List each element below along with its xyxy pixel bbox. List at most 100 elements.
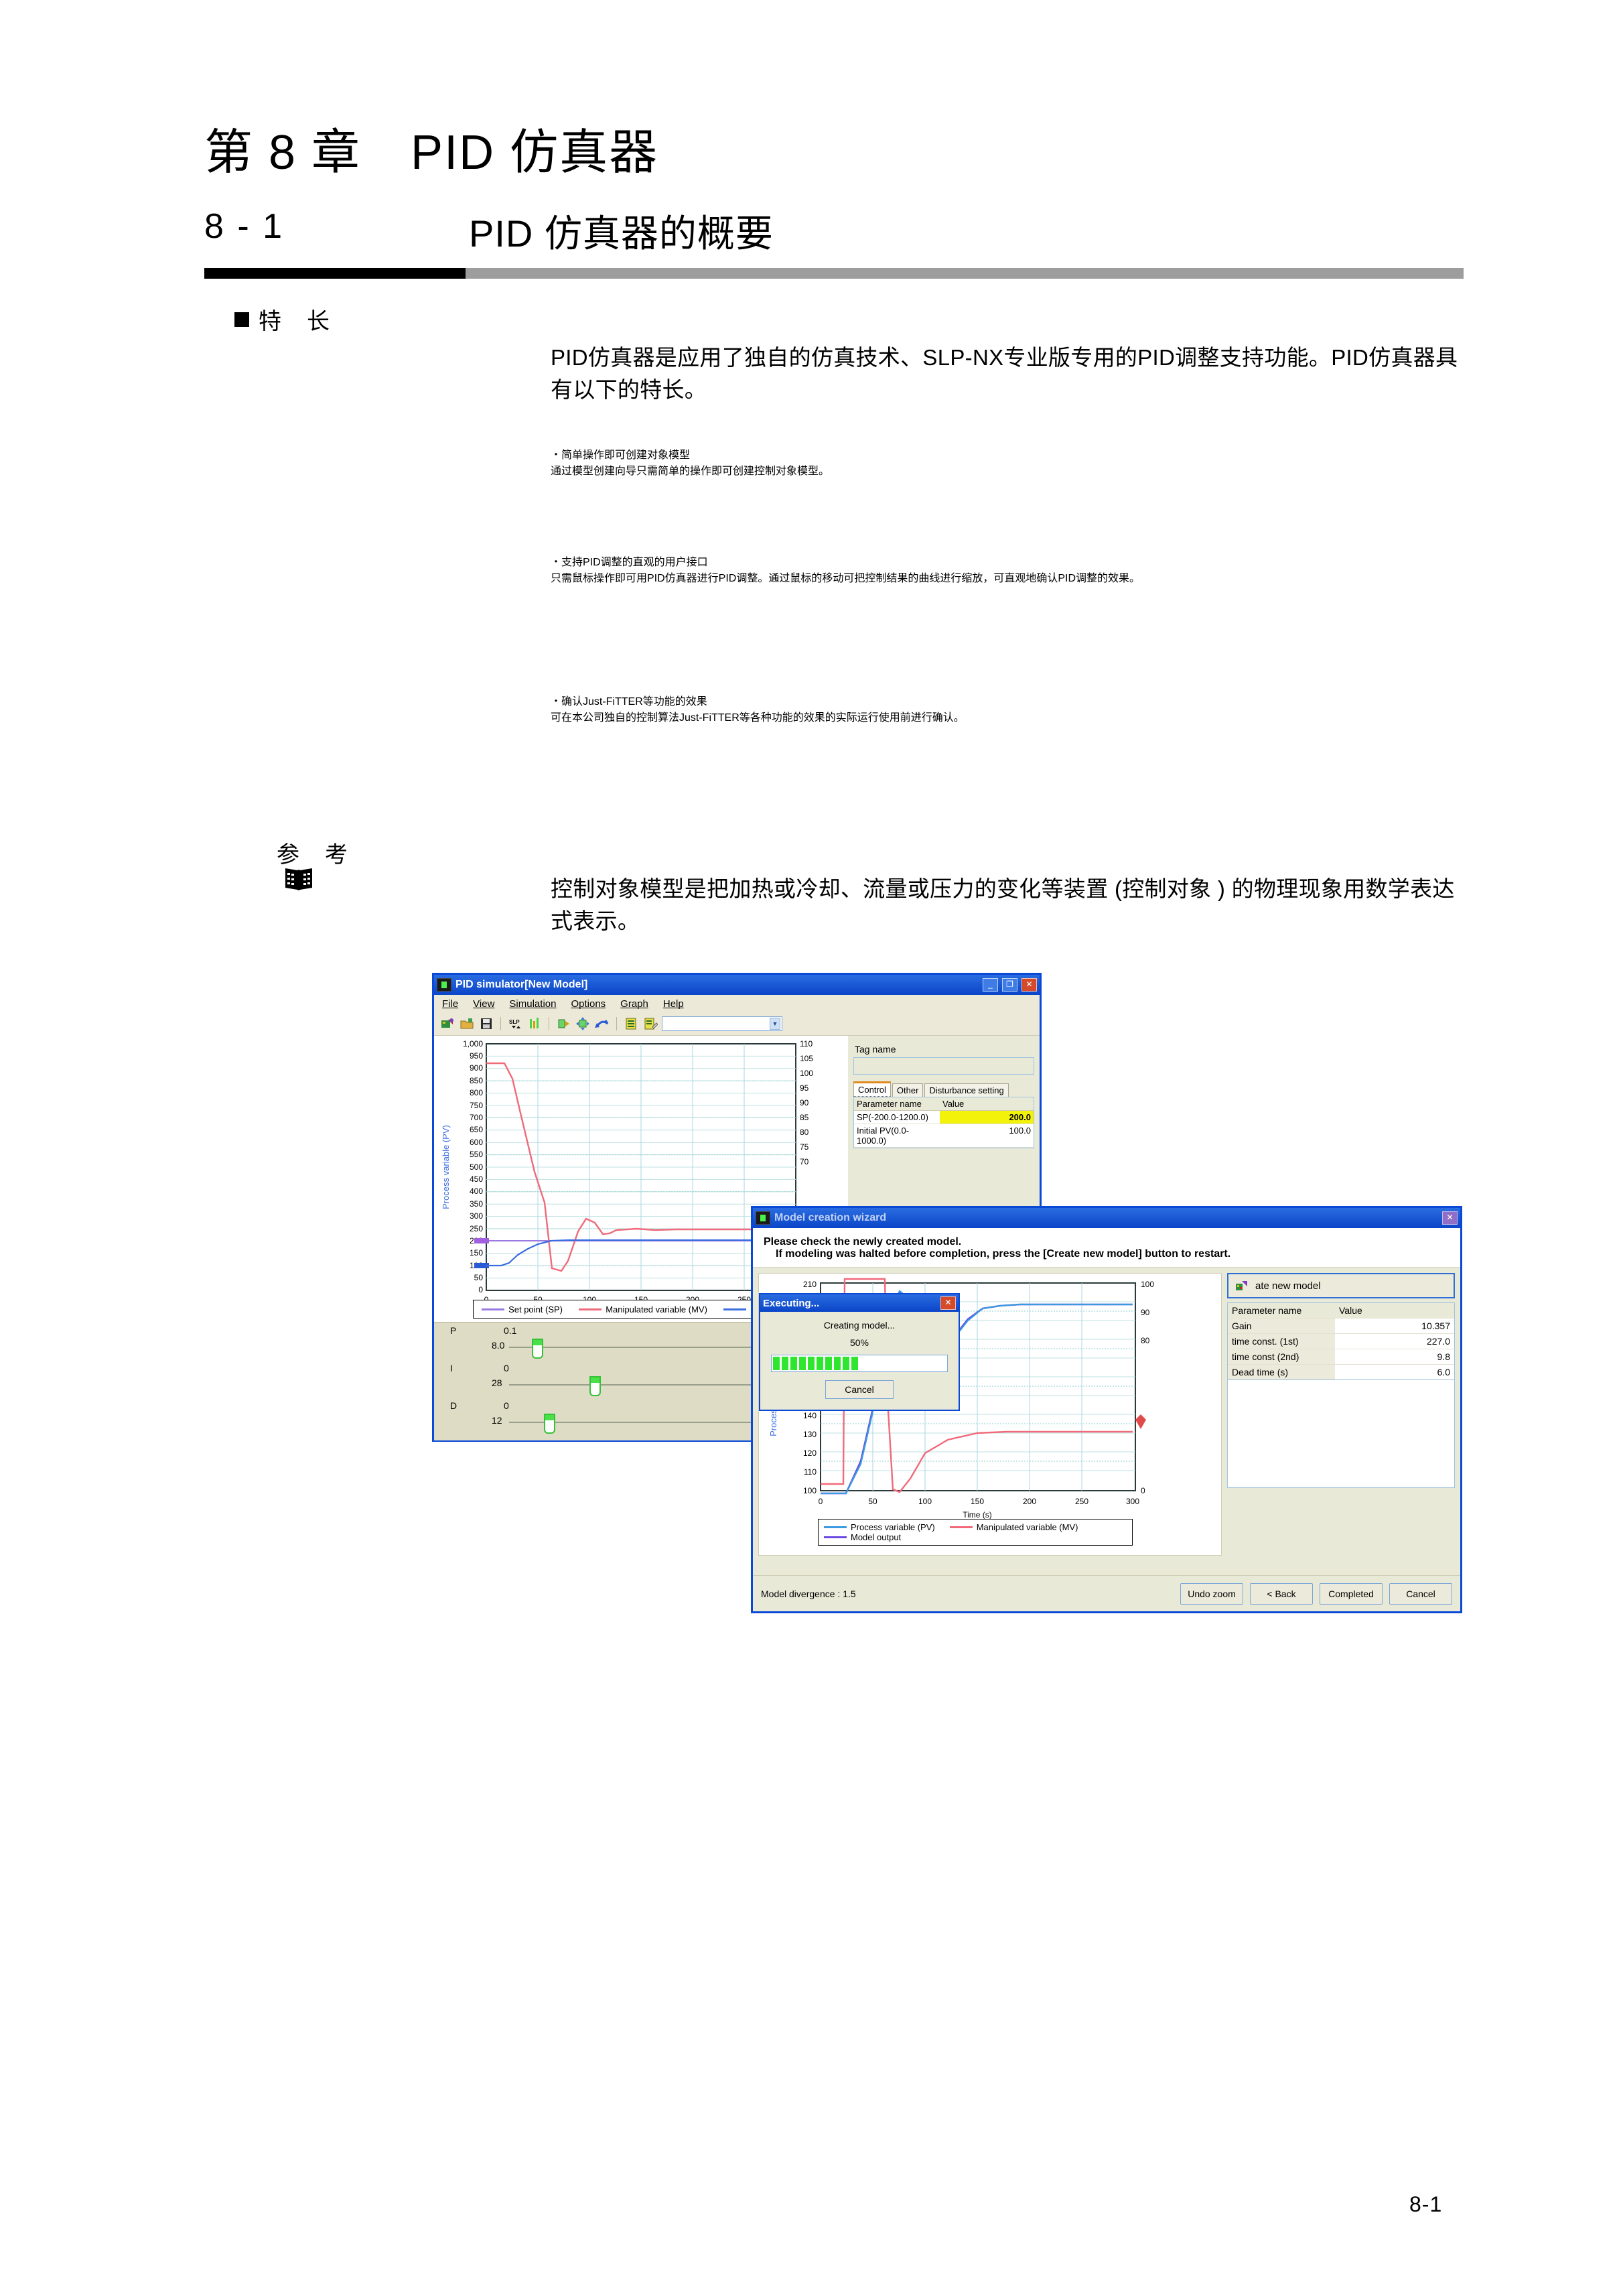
save-icon[interactable]: [478, 1016, 494, 1032]
wizard-param-value-gain[interactable]: 10.357: [1335, 1319, 1454, 1333]
document-page: 第 8 章 PID 仿真器 8 - 1 PID 仿真器的概要 特 长 PID仿真…: [0, 0, 1623, 2296]
svg-text:75: 75: [800, 1142, 809, 1152]
svg-text:150: 150: [470, 1248, 483, 1258]
menu-graph[interactable]: Graph: [620, 998, 648, 1010]
executing-titlebar: Executing... ✕: [760, 1294, 959, 1312]
svg-text:130: 130: [803, 1430, 817, 1439]
undo-zoom-icon[interactable]: [594, 1016, 610, 1032]
svg-text:900: 900: [470, 1063, 483, 1073]
pid-i-min: 0: [504, 1363, 509, 1373]
svg-text:140: 140: [803, 1411, 817, 1420]
progress-bar: [771, 1355, 948, 1372]
maximize-button[interactable]: ❐: [1002, 978, 1017, 992]
menu-file[interactable]: File: [442, 998, 458, 1010]
undo-zoom-button[interactable]: Undo zoom: [1180, 1582, 1243, 1605]
svg-text:90: 90: [800, 1098, 809, 1107]
svg-text:110: 110: [800, 1039, 813, 1049]
table-row[interactable]: Gain 10.357: [1228, 1318, 1454, 1333]
wizard-instruction-line-2: If modeling was halted before completion…: [776, 1248, 1231, 1260]
bullet-3-body: 可在本公司独自的控制算法Just-FiTTER等各种功能的效果的实际运行使用前进…: [551, 712, 965, 724]
slp-transfer-icon[interactable]: SLP: [507, 1016, 523, 1032]
wizard-titlebar: Model creation wizard ✕: [753, 1208, 1460, 1228]
executing-close-button[interactable]: ✕: [940, 1296, 956, 1310]
cancel-button[interactable]: Cancel: [1389, 1582, 1452, 1605]
edit-list-icon[interactable]: [642, 1016, 658, 1032]
svg-text:850: 850: [470, 1076, 483, 1085]
svg-text:90: 90: [1141, 1308, 1150, 1317]
table-row[interactable]: Initial PV(0.0-1000.0) 100.0: [854, 1124, 1034, 1148]
executing-percent: 50%: [849, 1337, 869, 1348]
bullet-3: ・确认Just-FiTTER等功能的效果 可在本公司独自的控制算法Just-Fi…: [551, 692, 1465, 724]
pid-i-knob[interactable]: [589, 1376, 601, 1396]
new-model-icon[interactable]: [439, 1016, 455, 1032]
wizard-param-value-tc1[interactable]: 227.0: [1335, 1334, 1454, 1349]
wizard-close-button[interactable]: ✕: [1442, 1211, 1458, 1225]
param-value-sp[interactable]: 200.0: [940, 1111, 1034, 1124]
tab-disturbance-setting[interactable]: Disturbance setting: [924, 1083, 1009, 1097]
parameter-table-header: Parameter name Value: [854, 1097, 1034, 1111]
completed-button[interactable]: Completed: [1320, 1582, 1383, 1605]
svg-text:70: 70: [800, 1157, 809, 1166]
app-logo-icon: [437, 978, 451, 992]
svg-text:750: 750: [470, 1101, 483, 1110]
legend-sp-label: Set point (SP): [508, 1304, 563, 1314]
header-rule-black: [204, 268, 466, 279]
bullet-2-title: ・支持PID调整的直观的用户接口: [551, 557, 708, 568]
legend-line-wizard-mv: [949, 1526, 973, 1528]
open-icon[interactable]: [459, 1016, 475, 1032]
wizard-col-value: Value: [1339, 1305, 1362, 1316]
table-row[interactable]: time const (2nd) 9.8: [1228, 1349, 1454, 1364]
back-button[interactable]: < Back: [1250, 1582, 1313, 1605]
svg-text:110: 110: [804, 1467, 817, 1477]
legend-mv-label: Manipulated variable (MV): [606, 1304, 707, 1314]
minimize-button[interactable]: _: [983, 978, 998, 992]
svg-text:95: 95: [800, 1083, 809, 1093]
create-new-model-button[interactable]: ate new model: [1227, 1273, 1455, 1298]
toolbar-separator-3: [616, 1017, 617, 1030]
svg-text:80: 80: [800, 1128, 809, 1137]
wizard-col-parameter-name: Parameter name: [1232, 1305, 1302, 1316]
svg-text:50: 50: [474, 1273, 484, 1282]
square-bullet-icon: [234, 312, 249, 327]
close-button[interactable]: ✕: [1021, 978, 1037, 992]
svg-text:600: 600: [470, 1138, 483, 1147]
wizard-param-value-deadtime[interactable]: 6.0: [1335, 1365, 1454, 1379]
open-book-icon: [238, 839, 312, 890]
menu-help[interactable]: Help: [663, 998, 684, 1010]
pid-d-min: 0: [504, 1400, 509, 1411]
svg-text:300: 300: [1126, 1497, 1139, 1506]
svg-text:210: 210: [803, 1280, 817, 1289]
tag-select-combo[interactable]: ▼: [662, 1016, 782, 1031]
simulation-icon[interactable]: [526, 1016, 543, 1032]
create-new-model-label: ate new model: [1255, 1280, 1321, 1292]
chevron-down-icon[interactable]: ▼: [770, 1018, 780, 1030]
tag-name-input[interactable]: [853, 1057, 1034, 1075]
menu-simulation[interactable]: Simulation: [509, 998, 556, 1010]
bullet-2: ・支持PID调整的直观的用户接口 只需鼠标操作即可用PID仿真器进行PID调整。…: [551, 553, 1465, 585]
menu-view[interactable]: View: [473, 998, 494, 1010]
pid-p-knob[interactable]: [532, 1339, 543, 1359]
table-row[interactable]: time const. (1st) 227.0: [1228, 1333, 1454, 1349]
param-value-initial-pv[interactable]: 100.0: [940, 1124, 1034, 1147]
menu-options[interactable]: Options: [571, 998, 606, 1010]
svg-text:0: 0: [819, 1497, 823, 1506]
bullet-3-title: ・确认Just-FiTTER等功能的效果: [551, 696, 707, 707]
zoom-out-icon[interactable]: [555, 1016, 571, 1032]
list-icon[interactable]: [623, 1016, 639, 1032]
wizard-param-value-tc2[interactable]: 9.8: [1335, 1349, 1454, 1364]
executing-cancel-button[interactable]: Cancel: [825, 1380, 894, 1399]
tab-control[interactable]: Control: [853, 1081, 891, 1097]
parameter-tabs: Control Other Disturbance setting: [853, 1081, 1036, 1097]
svg-text:550: 550: [470, 1150, 483, 1159]
parameter-table: Parameter name Value SP(-200.0-1200.0) 2…: [853, 1097, 1034, 1148]
zoom-fit-icon[interactable]: [575, 1016, 591, 1032]
reference-text: 控制对象模型是把加热或冷却、流量或压力的变化等装置 (控制对象 ) 的物理现象用…: [551, 876, 1455, 933]
page-footer: 8-1: [1409, 2192, 1443, 2216]
table-row[interactable]: SP(-200.0-1200.0) 200.0: [854, 1111, 1034, 1124]
wizard-param-name-deadtime: Dead time (s): [1228, 1365, 1335, 1379]
wizard-legend-pv: Process variable (PV): [824, 1522, 935, 1532]
tab-other[interactable]: Other: [892, 1083, 924, 1097]
pid-d-knob[interactable]: [544, 1414, 555, 1434]
svg-text:1,000: 1,000: [463, 1039, 483, 1049]
table-row[interactable]: Dead time (s) 6.0: [1228, 1364, 1454, 1379]
